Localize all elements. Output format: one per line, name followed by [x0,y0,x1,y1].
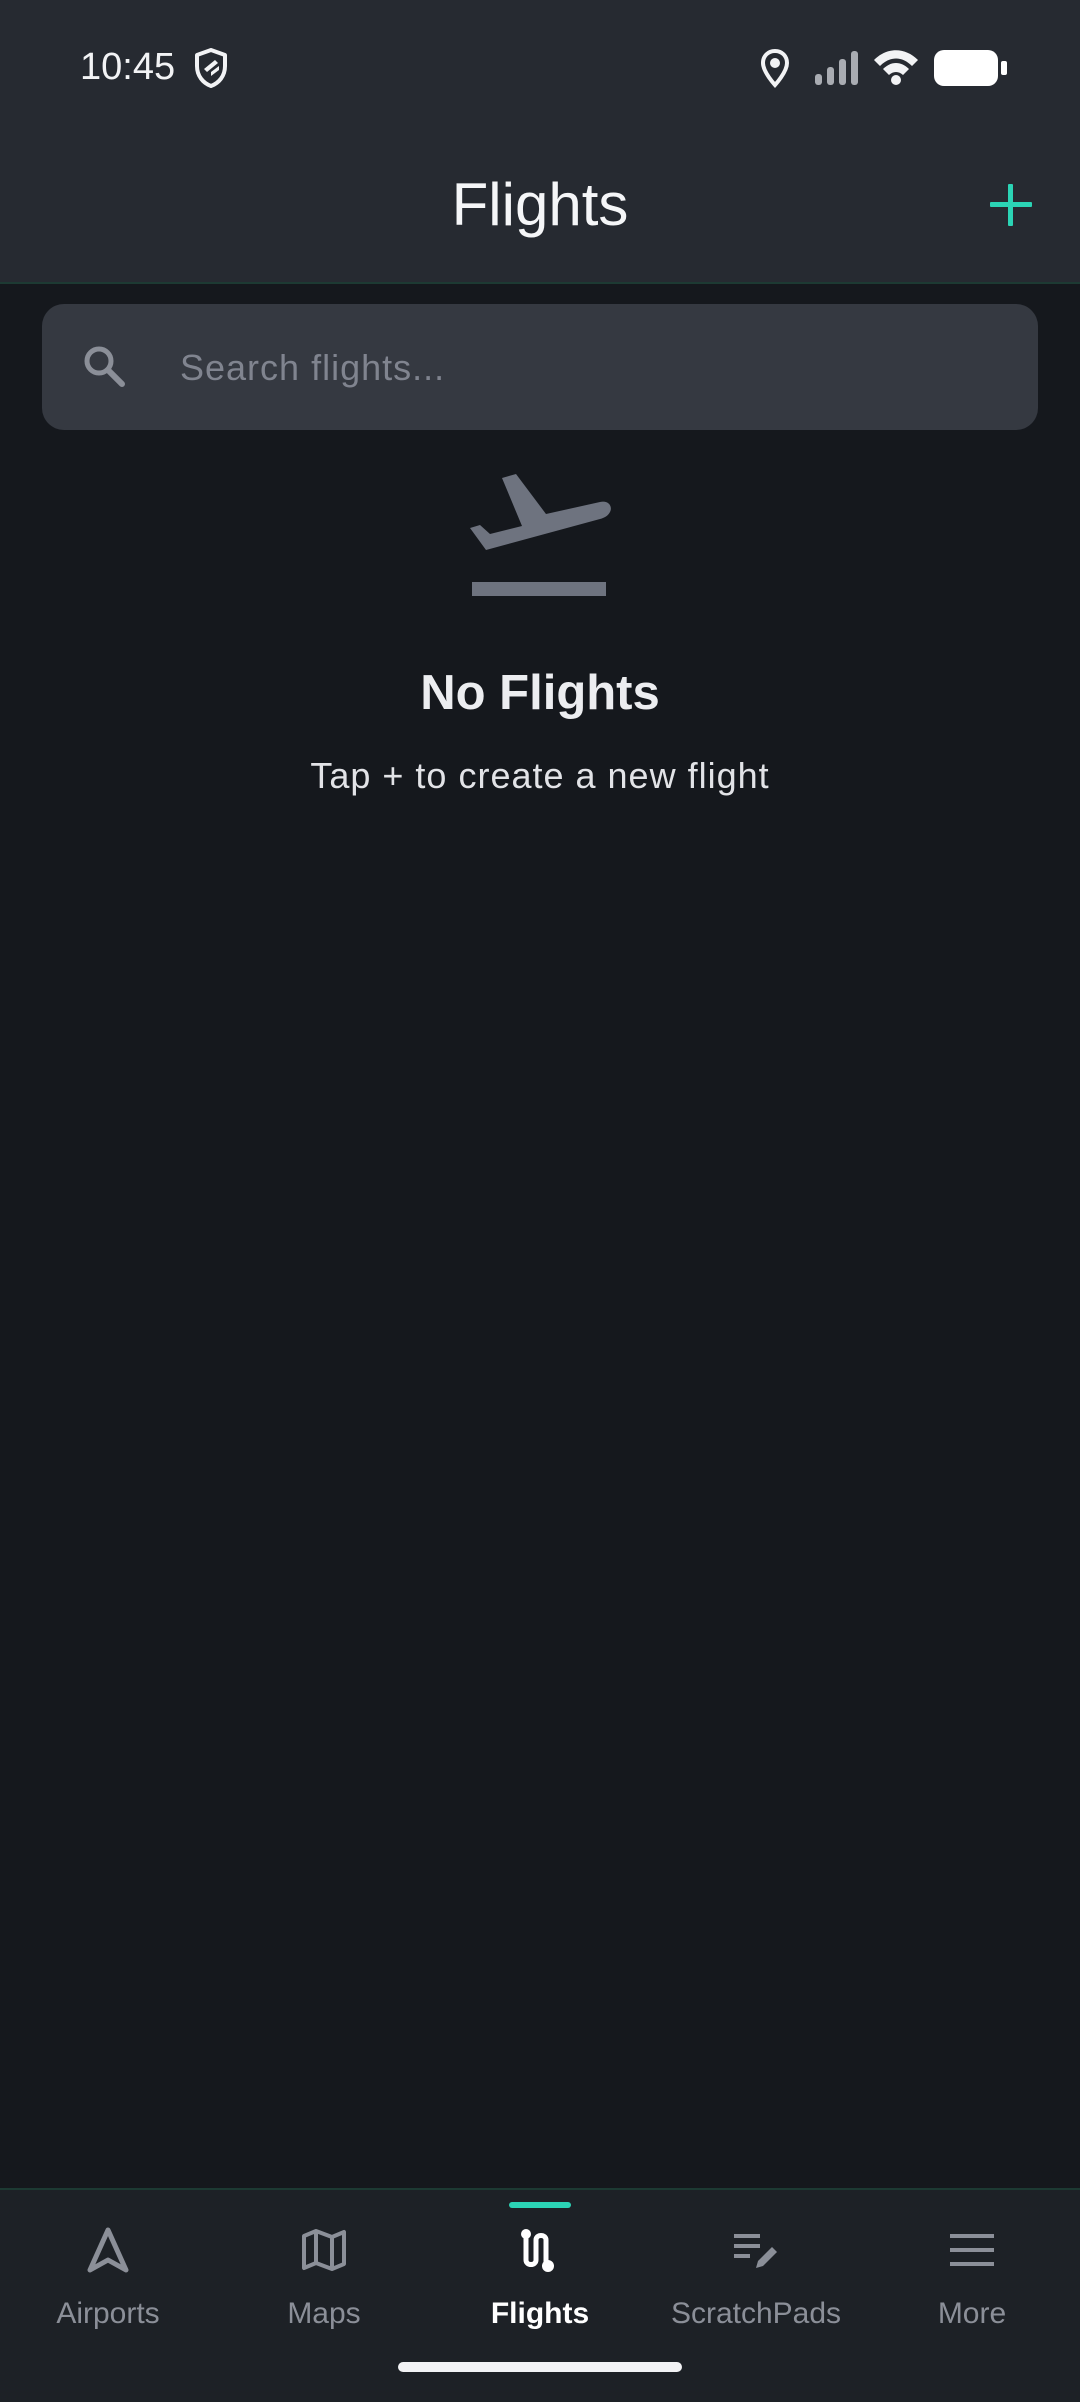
nav-label-flights: Flights [490,2297,590,2330]
nav-item-flights[interactable]: Flights [432,2190,648,2350]
add-flight-button[interactable] [986,180,1036,230]
nav-item-airports[interactable]: Airports [0,2190,216,2350]
menu-icon [950,2234,994,2266]
empty-state-title: No Flights [420,666,660,720]
status-bar: 10:45 [0,0,1080,136]
nav-label-more: More [937,2297,1007,2330]
nav-label-scratchpads: ScratchPads [670,2297,842,2330]
plus-icon [990,184,1032,226]
top-app-bar: 10:45 Flights [0,0,1080,284]
empty-state-subtitle: Tap + to create a new flight [310,755,770,796]
active-tab-indicator [509,2202,571,2208]
nav-item-more[interactable]: More [864,2190,1080,2350]
page-title: Flights [451,171,629,238]
search-bar[interactable] [42,304,1038,430]
nav-label-maps: Maps [287,2297,361,2330]
status-time: 10:45 [80,46,176,88]
nav-item-scratchpads[interactable]: ScratchPads [648,2190,864,2350]
search-icon [84,346,125,387]
map-icon [302,2229,346,2271]
route-icon [521,2229,554,2272]
nav-item-maps[interactable]: Maps [216,2190,432,2350]
signal-icon [815,51,858,85]
navigation-arrow-icon [87,2227,129,2273]
shield-icon [195,48,227,88]
wifi-icon [874,50,918,85]
edit-note-icon [734,2234,777,2268]
home-indicator[interactable] [398,2362,682,2372]
battery-icon [934,50,1007,86]
location-icon [760,48,790,88]
flight-takeoff-icon [470,474,611,596]
search-input[interactable] [178,332,1002,404]
nav-label-airports: Airports [56,2297,160,2330]
